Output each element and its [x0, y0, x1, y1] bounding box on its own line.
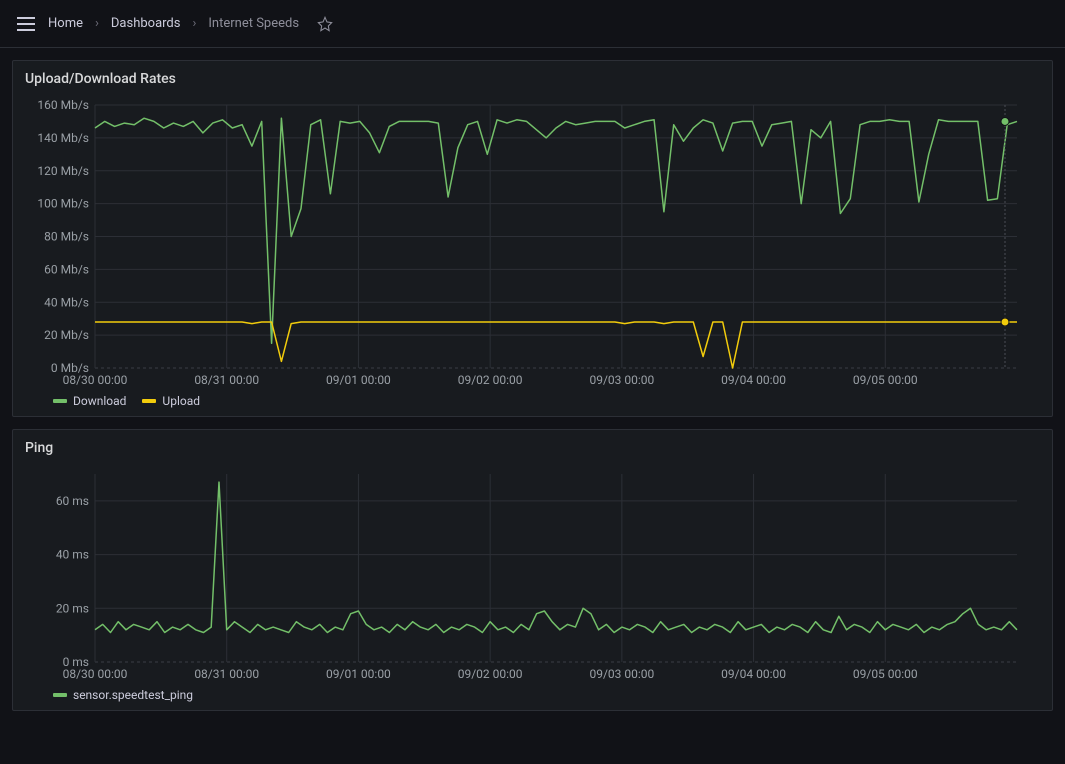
svg-text:09/04 00:00: 09/04 00:00 — [721, 667, 786, 681]
svg-text:09/05 00:00: 09/05 00:00 — [853, 667, 918, 681]
svg-text:09/01 00:00: 09/01 00:00 — [326, 373, 391, 387]
svg-text:09/03 00:00: 09/03 00:00 — [589, 373, 654, 387]
svg-text:20 ms: 20 ms — [56, 601, 89, 615]
panel-title: Ping — [25, 440, 1040, 456]
chevron-right-icon: › — [188, 16, 200, 31]
svg-text:40 ms: 40 ms — [56, 548, 89, 562]
svg-text:08/30 00:00: 08/30 00:00 — [63, 373, 128, 387]
legend-item-upload[interactable]: Upload — [142, 394, 200, 408]
svg-text:09/05 00:00: 09/05 00:00 — [853, 373, 918, 387]
svg-text:120 Mb/s: 120 Mb/s — [37, 164, 89, 178]
panel-upload-download: Upload/Download Rates 0 Mb/s20 Mb/s40 Mb… — [12, 60, 1053, 417]
panel-ping: Ping 0 ms20 ms40 ms60 ms08/30 00:0008/31… — [12, 429, 1053, 711]
menu-toggle-button[interactable] — [12, 10, 40, 38]
svg-text:09/02 00:00: 09/02 00:00 — [458, 667, 523, 681]
favorite-star-button[interactable] — [311, 10, 339, 38]
svg-text:160 Mb/s: 160 Mb/s — [37, 98, 89, 112]
svg-text:60 ms: 60 ms — [56, 494, 89, 508]
svg-text:08/31 00:00: 08/31 00:00 — [194, 373, 259, 387]
svg-text:140 Mb/s: 140 Mb/s — [37, 131, 89, 145]
svg-text:08/31 00:00: 08/31 00:00 — [194, 667, 259, 681]
svg-text:09/03 00:00: 09/03 00:00 — [589, 667, 654, 681]
legend-label: sensor.speedtest_ping — [73, 688, 193, 702]
legend-item-download[interactable]: Download — [53, 394, 126, 408]
legend-swatch-ping — [53, 693, 67, 697]
svg-text:80 Mb/s: 80 Mb/s — [44, 230, 89, 244]
legend-swatch-upload — [142, 399, 156, 403]
legend: sensor.speedtest_ping — [25, 684, 1040, 704]
breadcrumb-home[interactable]: Home — [48, 16, 83, 31]
breadcrumb-current: Internet Speeds — [208, 16, 299, 31]
svg-text:40 Mb/s: 40 Mb/s — [44, 295, 89, 309]
dashboard-body: Upload/Download Rates 0 Mb/s20 Mb/s40 Mb… — [0, 48, 1065, 723]
svg-text:09/02 00:00: 09/02 00:00 — [458, 373, 523, 387]
chart-upload-download[interactable]: 0 Mb/s20 Mb/s40 Mb/s60 Mb/s80 Mb/s100 Mb… — [25, 95, 1040, 390]
breadcrumb-dashboards[interactable]: Dashboards — [111, 16, 181, 31]
legend-swatch-download — [53, 399, 67, 403]
legend: Download Upload — [25, 390, 1040, 410]
legend-label: Download — [73, 394, 126, 408]
svg-text:09/04 00:00: 09/04 00:00 — [721, 373, 786, 387]
top-navbar: Home › Dashboards › Internet Speeds — [0, 0, 1065, 48]
svg-text:20 Mb/s: 20 Mb/s — [44, 328, 89, 342]
svg-text:09/01 00:00: 09/01 00:00 — [326, 667, 391, 681]
svg-text:60 Mb/s: 60 Mb/s — [44, 262, 89, 276]
chevron-right-icon: › — [91, 16, 103, 31]
svg-text:100 Mb/s: 100 Mb/s — [37, 197, 89, 211]
legend-item-ping[interactable]: sensor.speedtest_ping — [53, 688, 193, 702]
chart-ping[interactable]: 0 ms20 ms40 ms60 ms08/30 00:0008/31 00:0… — [25, 464, 1040, 684]
panel-title: Upload/Download Rates — [25, 71, 1040, 87]
legend-label: Upload — [162, 394, 200, 408]
svg-text:08/30 00:00: 08/30 00:00 — [63, 667, 128, 681]
